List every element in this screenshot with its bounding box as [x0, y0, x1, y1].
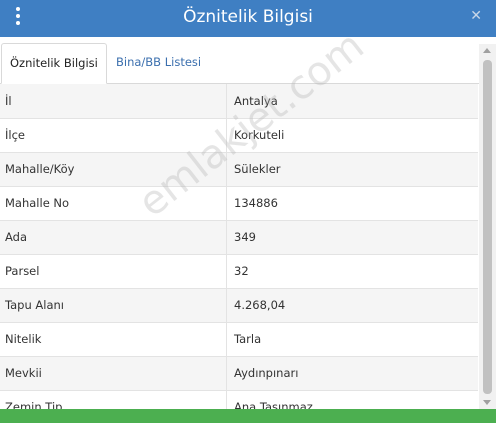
table-row: Tapu Alanı 4.268,04 [0, 288, 478, 323]
row-key: Ada [0, 220, 227, 255]
scroll-up-arrow-icon[interactable] [483, 48, 491, 53]
row-value: Sülekler [226, 152, 478, 187]
dialog-title: Öznitelik Bilgisi [183, 7, 313, 27]
tab-attribute-info[interactable]: Öznitelik Bilgisi [1, 43, 107, 84]
row-value: 349 [226, 220, 478, 255]
row-value: Korkuteli [226, 118, 478, 153]
vertical-scrollbar[interactable] [479, 44, 496, 409]
scroll-down-arrow-icon[interactable] [483, 400, 491, 405]
table-row: Ada 349 [0, 220, 478, 255]
table-row: Parsel 32 [0, 254, 478, 289]
tab-building-list[interactable]: Bina/BB Listesi [108, 43, 209, 81]
dialog-header: Öznitelik Bilgisi ✕ [0, 0, 496, 37]
table-row: Mahalle No 134886 [0, 186, 478, 221]
attribute-table-container: İl Antalya İlçe Korkuteli Mahalle/Köy Sülek… [0, 84, 478, 409]
table-row: Zemin Tip Ana Taşınmaz [0, 390, 478, 409]
table-row: Mevkii Aydınpınarı [0, 356, 478, 391]
row-key: İlçe [0, 118, 227, 153]
row-value: Tarla [226, 322, 478, 357]
attribute-table: İl Antalya İlçe Korkuteli Mahalle/Köy Sülek… [0, 84, 478, 409]
table-row: İlçe Korkuteli [0, 118, 478, 153]
row-key: Tapu Alanı [0, 288, 227, 323]
row-value: 4.268,04 [226, 288, 478, 323]
row-key: Nitelik [0, 322, 227, 357]
row-key: Parsel [0, 254, 227, 289]
row-value: 134886 [226, 186, 478, 221]
table-row: Mahalle/Köy Sülekler [0, 152, 478, 187]
close-icon[interactable]: ✕ [470, 8, 482, 24]
row-key: Mahalle No [0, 186, 227, 221]
row-value: Aydınpınarı [226, 356, 478, 391]
tab-bar: Öznitelik Bilgisi Bina/BB Listesi [0, 37, 496, 84]
row-value: Ana Taşınmaz [226, 390, 478, 409]
row-key: Mahalle/Köy [0, 152, 227, 187]
table-row: Nitelik Tarla [0, 322, 478, 357]
table-row: İl Antalya [0, 84, 478, 119]
row-value: Antalya [226, 84, 478, 119]
scrollbar-thumb[interactable] [483, 60, 492, 394]
row-key: Mevkii [0, 356, 227, 391]
row-value: 32 [226, 254, 478, 289]
bottom-status-bar [0, 409, 496, 423]
row-key: Zemin Tip [0, 390, 227, 409]
row-key: İl [0, 84, 227, 119]
